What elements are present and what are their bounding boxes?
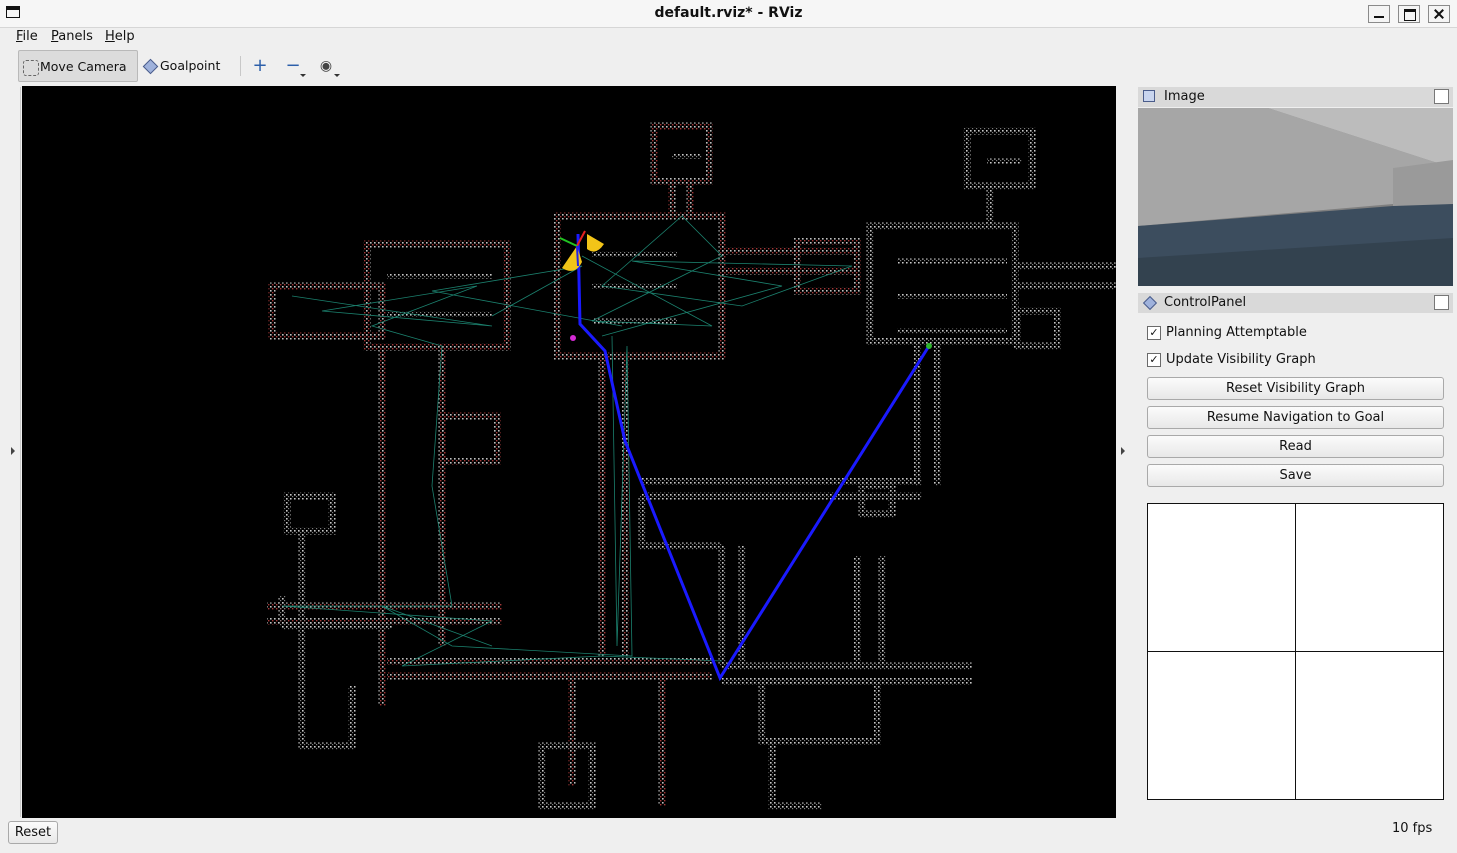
save-button[interactable]: Save [1147,464,1444,487]
minimize-button[interactable] [1368,5,1390,23]
image-panel-header[interactable]: Image [1138,87,1453,107]
plus-icon[interactable]: + [251,57,269,76]
maximize-button[interactable] [1398,5,1420,23]
chevron-right-icon [11,447,15,455]
robot-marker [559,230,604,271]
title-bar: default.rviz* - RViz [0,0,1457,28]
image-panel-float-toggle[interactable] [1434,89,1449,104]
move-camera-label: Move Camera [40,59,127,74]
control-panel-title: ControlPanel [1164,295,1247,310]
image-icon [1143,90,1155,102]
menu-help[interactable]: Help [105,29,135,44]
read-button[interactable]: Read [1147,435,1444,458]
close-button[interactable] [1428,5,1450,23]
right-dock-toggle[interactable] [1117,87,1132,817]
update-visibility-graph-label: Update Visibility Graph [1166,352,1316,367]
resume-navigation-button[interactable]: Resume Navigation to Goal [1147,406,1444,429]
move-camera-icon [23,60,39,76]
goalpoint-icon [142,58,159,75]
image-panel-title: Image [1164,89,1205,104]
menu-panels[interactable]: Panels [51,29,93,44]
window-title: default.rviz* - RViz [654,5,803,21]
menu-bar: File Panels Help [0,27,1457,47]
grid-divider-horizontal [1148,651,1443,652]
control-panel-float-toggle[interactable] [1434,295,1449,310]
toolbar: Move Camera Goalpoint + − ◉ [0,48,1457,84]
camera-image [1138,108,1453,286]
toolbar-separator [240,56,241,76]
reset-visibility-graph-button[interactable]: Reset Visibility Graph [1147,377,1444,400]
chevron-right-icon [1121,447,1125,455]
eye-icon[interactable]: ◉ [317,58,335,76]
render-viewport[interactable] [22,86,1116,818]
reset-button[interactable]: Reset [8,821,58,844]
planning-attemptable-checkbox[interactable]: ✓ [1147,326,1161,340]
control-pad-grid[interactable] [1147,503,1444,800]
move-camera-button[interactable]: Move Camera [18,50,138,82]
control-panel-icon [1142,295,1158,311]
menu-file[interactable]: File [16,29,38,44]
fps-readout: 10 fps [1392,821,1433,836]
control-panel-header[interactable]: ControlPanel [1138,293,1453,313]
goalpoint-label: Goalpoint [160,58,221,73]
planning-attemptable-label: Planning Attemptable [1166,325,1307,340]
update-visibility-graph-checkbox[interactable]: ✓ [1147,353,1161,367]
chevron-down-icon[interactable] [334,74,340,77]
left-dock-toggle[interactable] [7,87,21,817]
goalpoint-button[interactable]: Goalpoint [140,50,230,82]
map-render [267,122,1116,810]
chevron-down-icon[interactable] [300,74,306,77]
